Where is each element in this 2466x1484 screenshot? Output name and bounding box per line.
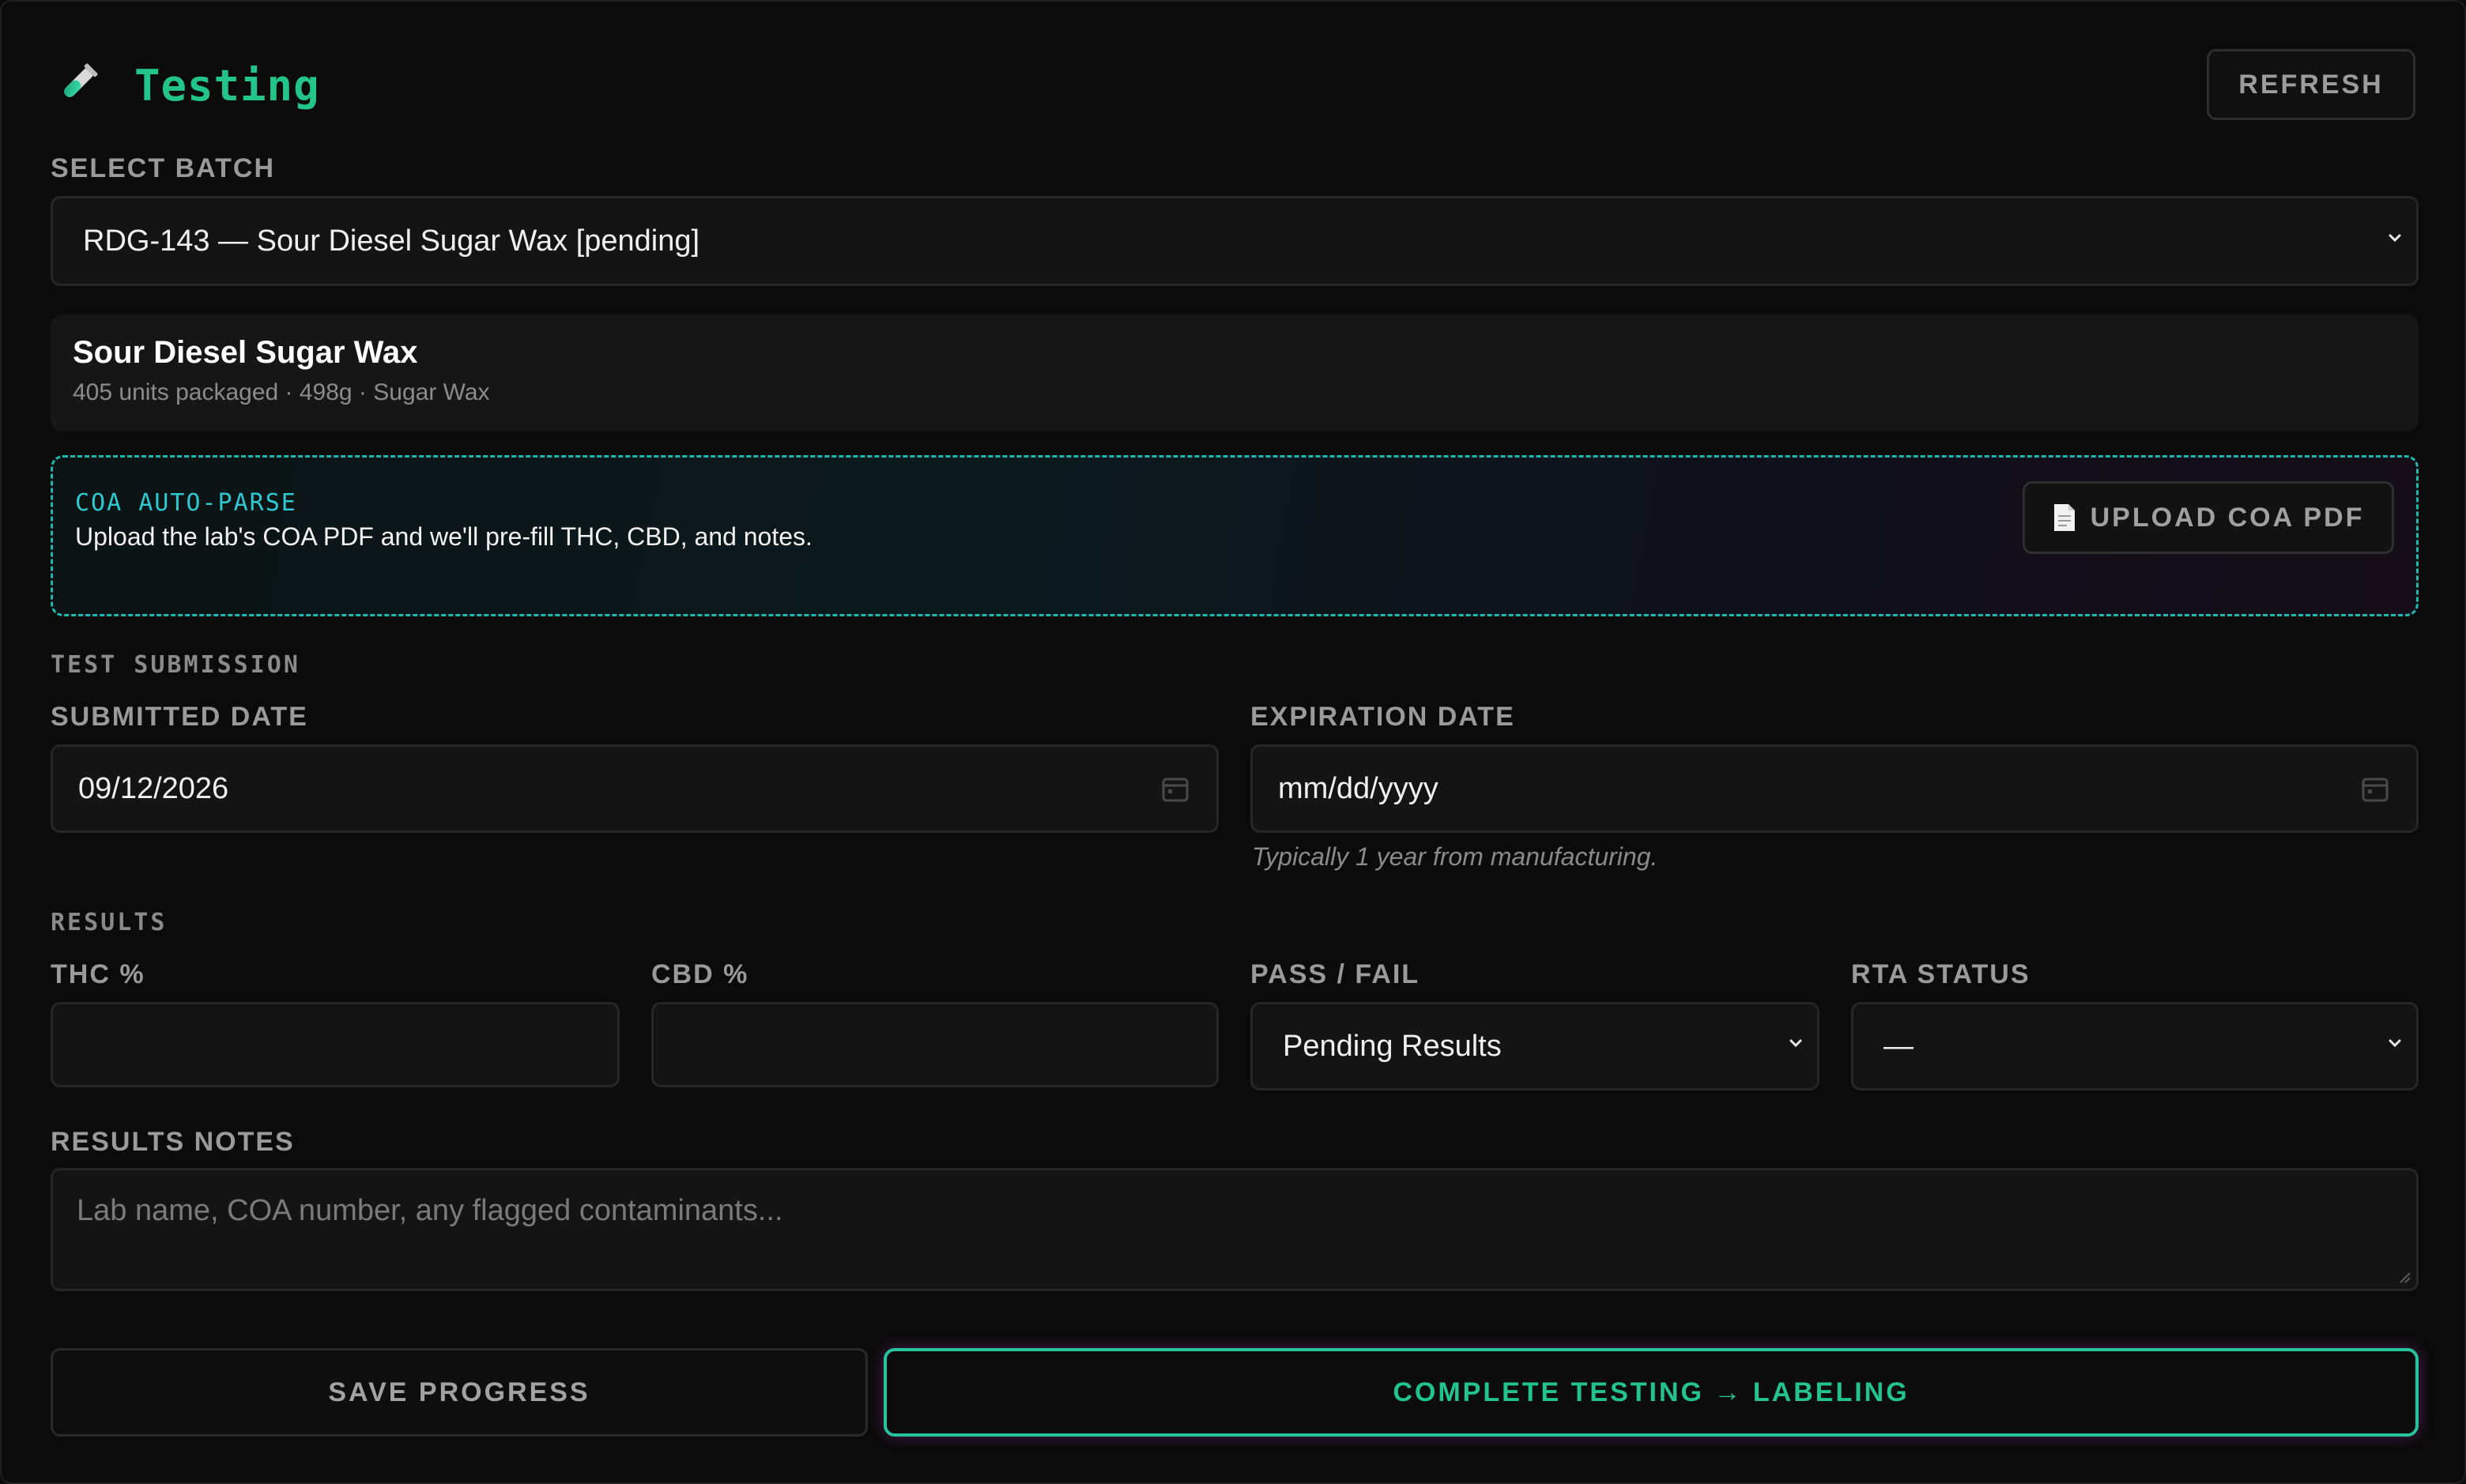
- results-notes-label: RESULTS NOTES: [51, 1127, 295, 1157]
- pass-fail-select[interactable]: Pending Results: [1250, 1002, 1819, 1090]
- pass-fail-value: Pending Results: [1283, 1029, 1502, 1063]
- upload-coa-button[interactable]: UPLOAD COA PDF: [2023, 481, 2394, 554]
- expiration-hint: Typically 1 year from manufacturing.: [1252, 842, 1658, 871]
- submitted-date-input[interactable]: 09/12/2026: [51, 744, 1219, 833]
- save-progress-button[interactable]: SAVE PROGRESS: [51, 1348, 868, 1437]
- calendar-icon[interactable]: [2361, 774, 2389, 803]
- upload-coa-label: UPLOAD COA PDF: [2090, 502, 2365, 533]
- resize-handle-icon[interactable]: [2397, 1270, 2411, 1284]
- test-submission-heading: TEST SUBMISSION: [51, 651, 300, 679]
- rta-status-value: —: [1883, 1029, 1914, 1063]
- coa-label: COA AUTO-PARSE: [75, 489, 297, 517]
- panel-header: Testing REFRESH: [51, 49, 2415, 128]
- batch-select-value: RDG-143 — Sour Diesel Sugar Wax [pending…: [83, 224, 700, 258]
- document-icon: [2053, 504, 2075, 531]
- rta-status-select[interactable]: —: [1851, 1002, 2419, 1090]
- select-batch-label: SELECT BATCH: [51, 153, 276, 183]
- thc-input[interactable]: [51, 1002, 620, 1087]
- chevron-down-icon: [2389, 1039, 2401, 1048]
- cbd-input[interactable]: [651, 1002, 1219, 1087]
- batch-info-card: Sour Diesel Sugar Wax 405 units packaged…: [51, 315, 2419, 431]
- submitted-date-label: SUBMITTED DATE: [51, 702, 308, 732]
- title-wrap: Testing: [51, 60, 320, 111]
- complete-testing-button[interactable]: COMPLETE TESTING → LABELING: [884, 1348, 2419, 1437]
- pass-fail-label: PASS / FAIL: [1250, 959, 1420, 989]
- cbd-label: CBD %: [651, 959, 749, 989]
- chevron-down-icon: [1789, 1039, 1802, 1048]
- test-tube-icon: [64, 63, 98, 97]
- submitted-date-value: 09/12/2026: [78, 771, 229, 805]
- results-notes-textarea[interactable]: Lab name, COA number, any flagged contam…: [51, 1168, 2419, 1291]
- page-title: Testing: [134, 60, 320, 111]
- refresh-button[interactable]: REFRESH: [2207, 49, 2415, 120]
- expiration-date-placeholder: mm/dd/yyyy: [1278, 771, 1438, 805]
- expiration-date-label: EXPIRATION DATE: [1250, 702, 1515, 732]
- coa-auto-parse-panel: COA AUTO-PARSE Upload the lab's COA PDF …: [51, 455, 2419, 616]
- rta-status-label: RTA STATUS: [1851, 959, 2030, 989]
- testing-panel: Testing REFRESH SELECT BATCH RDG-143 — S…: [0, 0, 2466, 1484]
- batch-meta: 405 units packaged · 498g · Sugar Wax: [73, 379, 490, 405]
- coa-description: Upload the lab's COA PDF and we'll pre-f…: [75, 522, 813, 551]
- expiration-date-input[interactable]: mm/dd/yyyy: [1250, 744, 2419, 833]
- results-notes-placeholder: Lab name, COA number, any flagged contam…: [77, 1194, 783, 1227]
- thc-label: THC %: [51, 959, 145, 989]
- results-heading: RESULTS: [51, 909, 168, 936]
- batch-select[interactable]: RDG-143 — Sour Diesel Sugar Wax [pending…: [51, 196, 2419, 286]
- calendar-icon[interactable]: [1161, 774, 1190, 803]
- chevron-down-icon: [2389, 234, 2401, 243]
- batch-name: Sour Diesel Sugar Wax: [73, 335, 418, 370]
